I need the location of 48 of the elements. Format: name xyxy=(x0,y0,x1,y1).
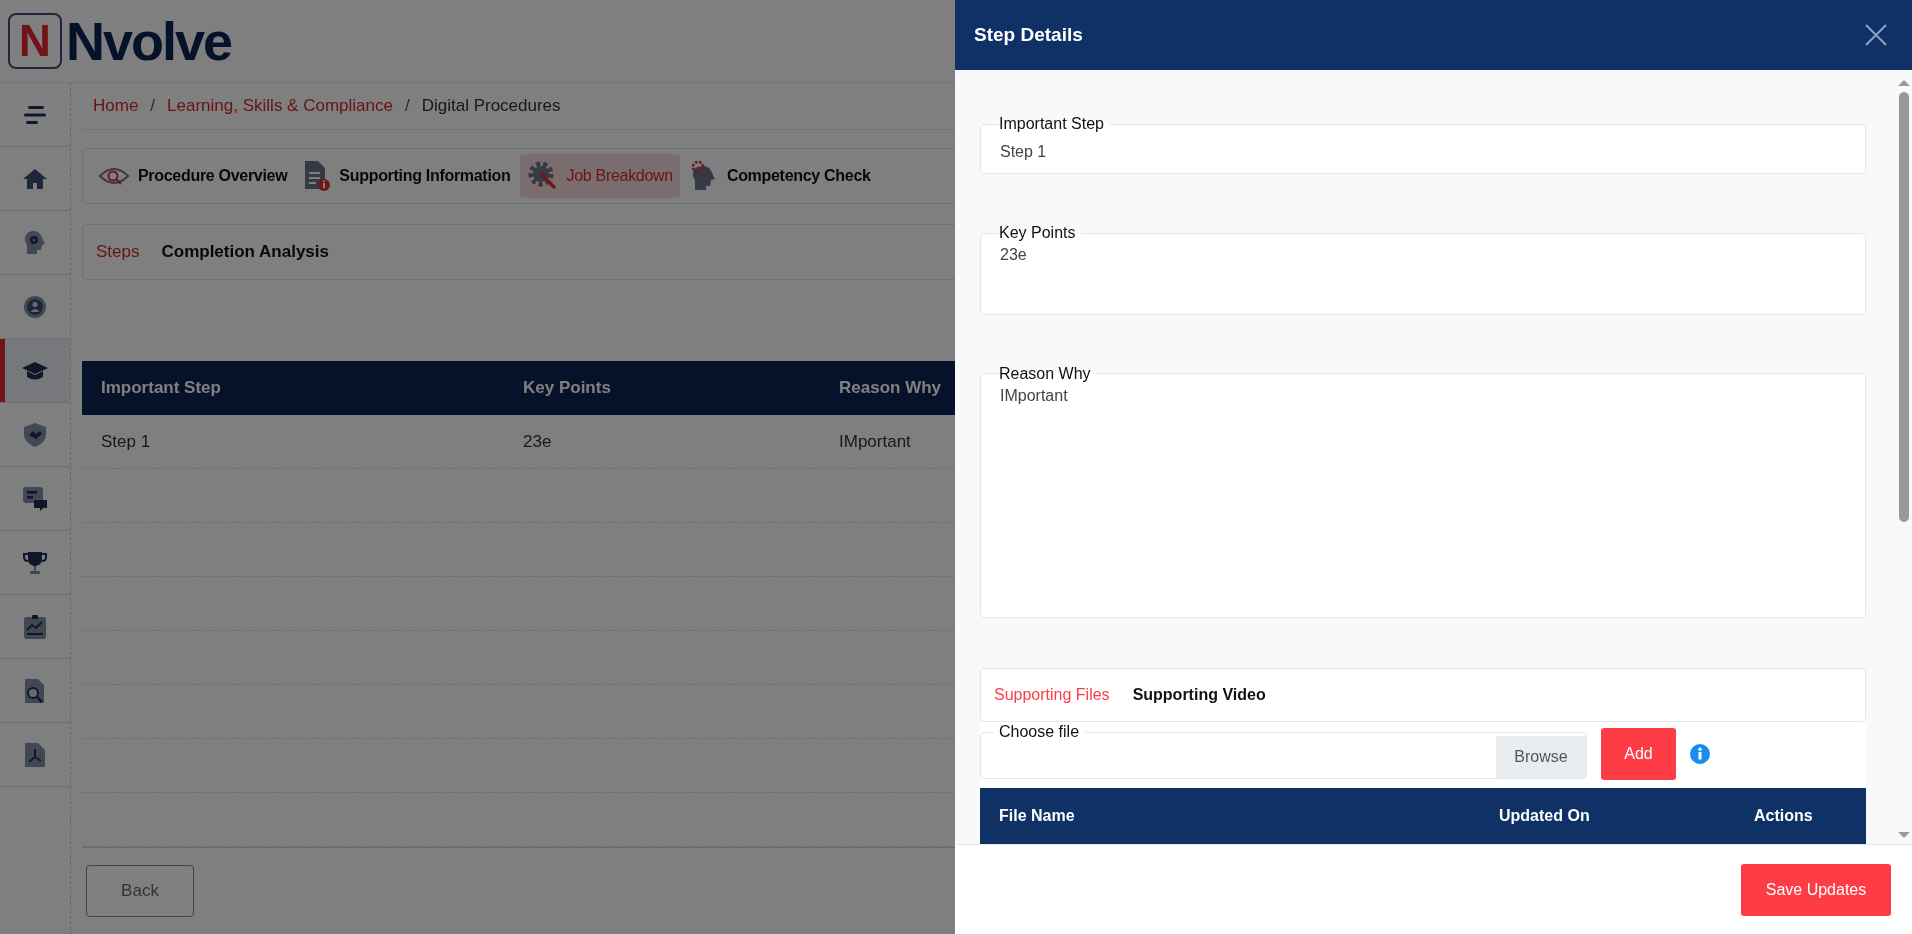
shield-icon xyxy=(23,421,47,448)
chat-icon xyxy=(22,485,48,512)
chart-clipboard-icon xyxy=(23,613,47,640)
pdf-file-icon xyxy=(23,741,47,768)
gear-wrench-icon xyxy=(526,160,559,192)
input-field[interactable]: Important Step Step 1 xyxy=(980,115,1866,175)
breadcrumb-current: Digital Procedures xyxy=(421,96,561,116)
breadcrumb-link[interactable]: Home xyxy=(93,96,139,116)
tab[interactable]: Completion Analysis xyxy=(161,242,329,262)
breadcrumb-separator: / xyxy=(150,96,156,116)
column-header: File Name xyxy=(998,807,1076,825)
tab[interactable]: Steps xyxy=(96,242,140,262)
trophy-icon xyxy=(22,549,48,576)
close-icon[interactable] xyxy=(1865,24,1887,46)
tab[interactable]: Supporting Files xyxy=(994,685,1110,704)
tab[interactable]: Supporting Video xyxy=(1132,685,1266,704)
breadcrumb-link[interactable]: Learning, Skills & Compliance xyxy=(167,96,393,116)
tab[interactable]: Competency Check xyxy=(681,154,878,198)
eye-icon xyxy=(98,166,130,186)
column-header: Actions xyxy=(1754,807,1813,825)
info-icon[interactable] xyxy=(1690,744,1710,764)
table-cell-text: Step 1 xyxy=(100,431,152,452)
add-button[interactable]: Add xyxy=(1601,728,1676,780)
breadcrumb-separator: / xyxy=(404,96,410,116)
sidebar-item[interactable] xyxy=(0,339,70,403)
document-search-icon xyxy=(23,677,47,704)
menu-icon[interactable] xyxy=(22,103,48,126)
head-gear-icon xyxy=(23,229,47,256)
graduation-cap-icon xyxy=(21,359,49,382)
logo: N Nvolve xyxy=(8,10,232,72)
file-input[interactable]: Choose file Browse xyxy=(980,723,1587,779)
column-header: Key Points xyxy=(522,378,612,398)
column-header: Important Step xyxy=(100,378,222,398)
column-header: Updated On xyxy=(1499,807,1591,825)
text-area[interactable]: Reason Why IMportant xyxy=(980,364,1866,618)
column-header: Reason Why xyxy=(838,378,942,398)
text-area[interactable]: Key Points 23e xyxy=(980,224,1866,315)
back-button[interactable]: Back xyxy=(86,865,194,917)
document-info-icon xyxy=(303,160,332,192)
browse-button[interactable]: Browse xyxy=(1496,736,1586,778)
table-cell-text: IMportant xyxy=(838,431,911,452)
person-gear-icon xyxy=(22,293,48,320)
tab[interactable]: Procedure Overview xyxy=(91,154,295,198)
save-updates-button[interactable]: Save Updates xyxy=(1741,863,1891,916)
drawer-title: Step Details xyxy=(974,24,1083,46)
table-cell-text: 23e xyxy=(522,431,553,452)
home-icon xyxy=(22,166,48,191)
tab[interactable]: Supporting Information xyxy=(296,154,518,198)
